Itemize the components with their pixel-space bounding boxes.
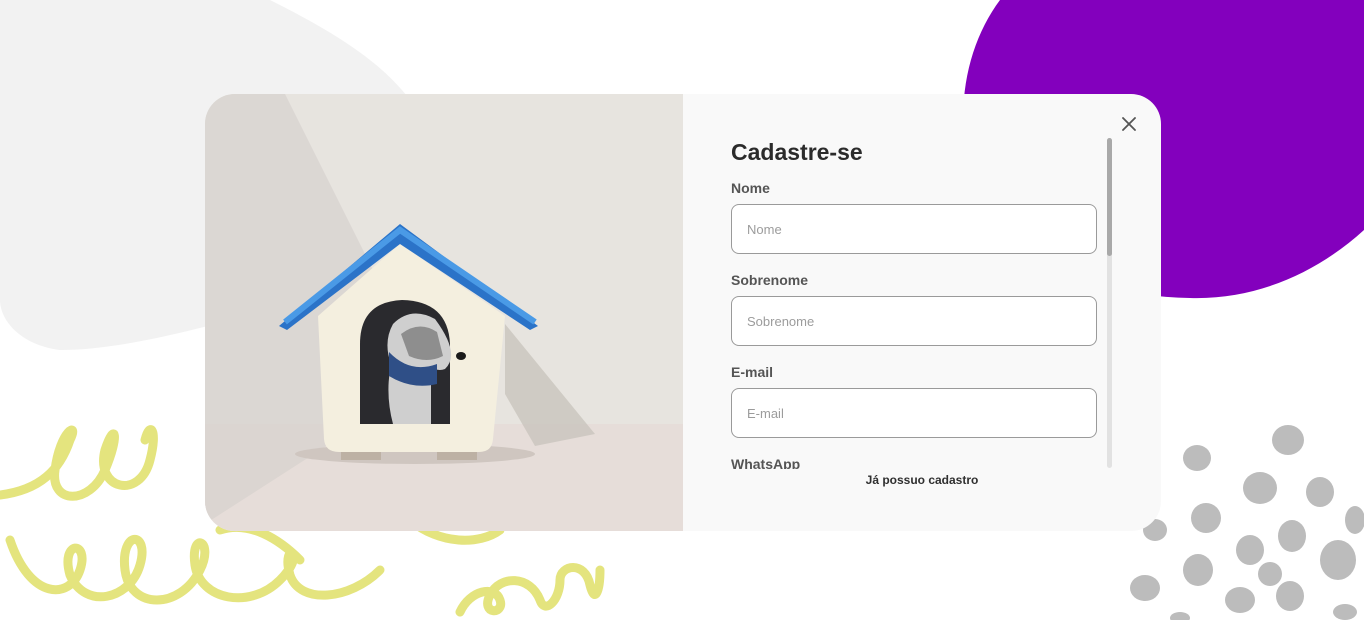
last-name-field-group: Sobrenome [731, 272, 1097, 346]
scrollbar-thumb[interactable] [1107, 138, 1112, 256]
first-name-input[interactable] [731, 204, 1097, 254]
gray-dots-pattern [1130, 425, 1364, 620]
email-label: E-mail [731, 364, 774, 380]
signup-form-panel: Cadastre-se Nome Sobrenome E-mail WhatsA… [683, 94, 1161, 531]
form-title: Cadastre-se [731, 139, 863, 165]
form-scrollbar[interactable] [1107, 138, 1112, 468]
doghouse-photo [205, 94, 683, 531]
email-field-group: E-mail [731, 364, 1097, 438]
whatsapp-field-group: WhatsApp [731, 456, 1097, 469]
last-name-label: Sobrenome [731, 272, 809, 288]
first-name-field-group: Nome [731, 180, 1097, 254]
close-button[interactable] [1119, 114, 1139, 134]
whatsapp-label: WhatsApp [731, 456, 801, 469]
form-scroll-area[interactable]: Cadastre-se Nome Sobrenome E-mail WhatsA… [731, 134, 1097, 469]
close-icon [1122, 117, 1136, 131]
email-input[interactable] [731, 388, 1097, 438]
last-name-input[interactable] [731, 296, 1097, 346]
signup-modal: Cadastre-se Nome Sobrenome E-mail WhatsA… [205, 94, 1161, 531]
first-name-label: Nome [731, 180, 770, 196]
existing-account-link[interactable]: Já possuo cadastro [683, 473, 1161, 487]
